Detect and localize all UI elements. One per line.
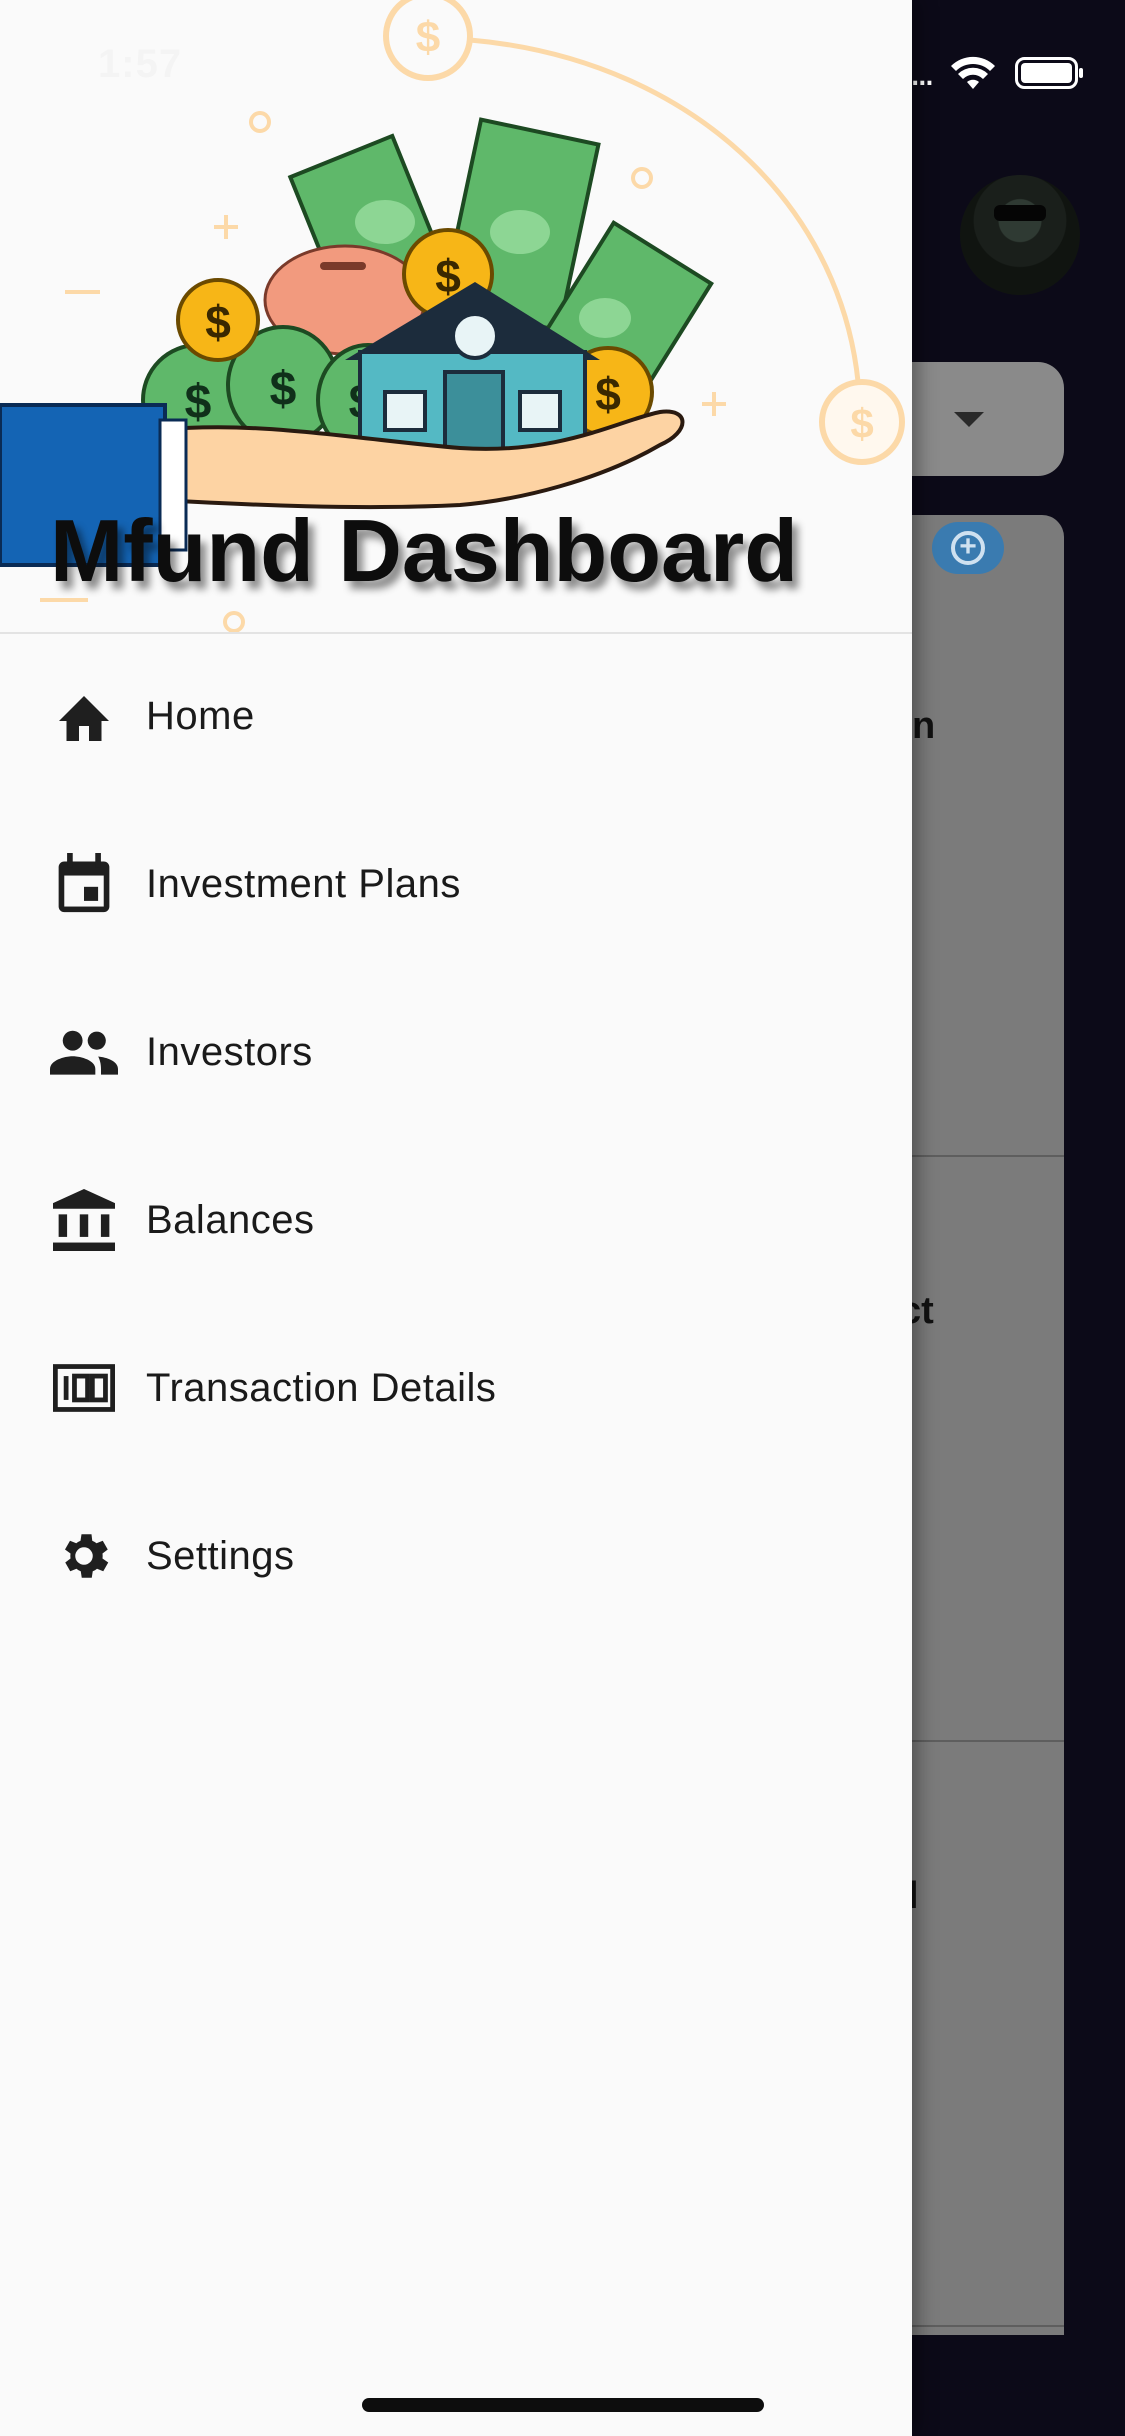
caret-down-icon [954,412,984,427]
add-circle-icon[interactable]: + [932,522,1004,574]
calendar-event-icon [50,850,118,918]
menu-item-investors[interactable]: Investors [0,968,912,1136]
battery-icon [1015,55,1085,91]
drawer-header: $ $ $ $ $ $ $ 1:57 Mfund Dashboard [0,0,912,634]
drawer-menu: Home Investment Plans Investors Balances… [0,632,912,1640]
navigation-drawer: $ $ $ $ $ $ $ 1:57 Mfund Dashboard Home … [0,0,912,2436]
menu-item-home[interactable]: Home [0,632,912,800]
menu-item-label: Home [146,693,255,738]
signal-indicator: ... [909,50,935,94]
home-indicator[interactable] [362,2398,764,2412]
wifi-icon [949,55,997,91]
menu-item-balances[interactable]: Balances [0,1136,912,1304]
card-title-fragment: n [912,705,936,747]
menu-item-investment-plans[interactable]: Investment Plans [0,800,912,968]
svg-text:$: $ [595,368,621,420]
svg-text:$: $ [850,400,873,447]
menu-item-label: Transaction Details [146,1365,497,1410]
menu-item-label: Investment Plans [146,861,461,906]
svg-text:$: $ [185,376,212,429]
svg-text:$: $ [205,296,231,348]
status-time: 1:57 [98,42,183,86]
status-icons: ... [910,50,1085,95]
menu-item-label: Investors [146,1029,313,1074]
gear-icon [50,1522,118,1590]
menu-item-transaction-details[interactable]: Transaction Details [0,1304,912,1472]
menu-item-label: Settings [146,1533,295,1578]
svg-text:$: $ [270,363,297,416]
svg-text:$: $ [416,13,440,62]
home-icon [50,682,118,750]
bank-icon [50,1186,118,1254]
profile-avatar[interactable] [960,175,1080,295]
counter-100-icon [50,1354,118,1422]
people-icon [50,1018,118,1086]
drawer-title: Mfund Dashboard [50,501,798,600]
menu-item-label: Balances [146,1197,315,1242]
menu-item-settings[interactable]: Settings [0,1472,912,1640]
